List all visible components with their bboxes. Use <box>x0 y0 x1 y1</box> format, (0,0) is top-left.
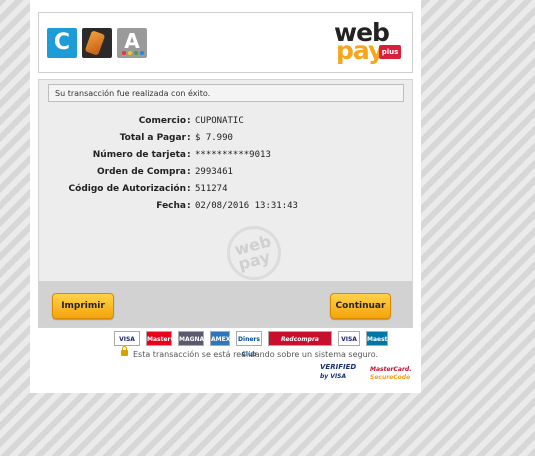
detail-label: Total a Pagar <box>119 133 186 143</box>
detail-value: 2993461 <box>195 167 233 177</box>
mastercard-securecode-logo: MasterCard. SecureCode <box>370 366 412 381</box>
transaction-summary: Su transacción fue realizada con éxito. … <box>38 79 413 328</box>
detail-label: Código de Autorización <box>68 184 186 194</box>
visa-debit-logo: VISA <box>338 331 360 346</box>
detail-value: CUPONATIC <box>195 116 244 126</box>
webpay-plus-badge: plus <box>379 45 401 59</box>
print-button[interactable]: Imprimir <box>52 293 114 319</box>
detail-label: Comercio <box>138 116 186 126</box>
secure-notice: Esta transacción se está realizando sobr… <box>121 346 378 359</box>
cuponatic-logo: C <box>47 28 77 58</box>
detail-row-auth-code: Código de Autorización: 511274 <box>39 181 412 197</box>
header-card: C A web pay plus <box>38 12 413 73</box>
detail-value: 02/08/2016 13:31:43 <box>195 201 298 211</box>
detail-label: Orden de Compra <box>97 167 186 177</box>
lock-icon <box>121 346 128 356</box>
detail-row-card-number: Número de tarjeta: **********9013 <box>39 147 412 163</box>
a-logo: A <box>117 28 147 58</box>
action-bar: Imprimir Continuar <box>39 281 412 327</box>
status-message: Su transacción fue realizada con éxito. <box>48 84 404 102</box>
magna-card-logo: MAGNA <box>178 331 204 346</box>
redcompra-logo: Redcompra <box>268 331 332 346</box>
webpay-pay-text: pay <box>336 36 384 65</box>
detail-row-order: Orden de Compra: 2993461 <box>39 164 412 180</box>
webpay-watermark: web pay <box>227 226 281 280</box>
tag-logo <box>82 28 112 58</box>
diners-card-logo: Diners Club <box>236 331 262 358</box>
detail-value: $ 7.990 <box>195 133 233 143</box>
detail-value: **********9013 <box>195 150 271 160</box>
amex-card-logo: AMEX <box>210 331 230 346</box>
visa-card-logo: VISA <box>114 331 140 346</box>
verified-by-visa-logo: VERIFIED by VISA <box>320 363 357 380</box>
detail-row-comercio: Comercio: CUPONATIC <box>39 113 412 129</box>
mastercard-logo: MasterCard <box>146 331 186 346</box>
accepted-cards: VISA MasterCard MAGNA AMEX Diners Club R… <box>114 331 395 358</box>
maestro-logo: Maestro <box>366 331 395 346</box>
detail-label: Fecha <box>156 201 186 211</box>
detail-row-date: Fecha: 02/08/2016 13:31:43 <box>39 198 412 214</box>
detail-label: Número de tarjeta <box>92 150 186 160</box>
detail-value: 511274 <box>195 184 228 194</box>
webpay-plus-logo: web pay plus <box>334 20 414 67</box>
continue-button[interactable]: Continuar <box>330 293 391 319</box>
detail-row-total: Total a Pagar: $ 7.990 <box>39 130 412 146</box>
